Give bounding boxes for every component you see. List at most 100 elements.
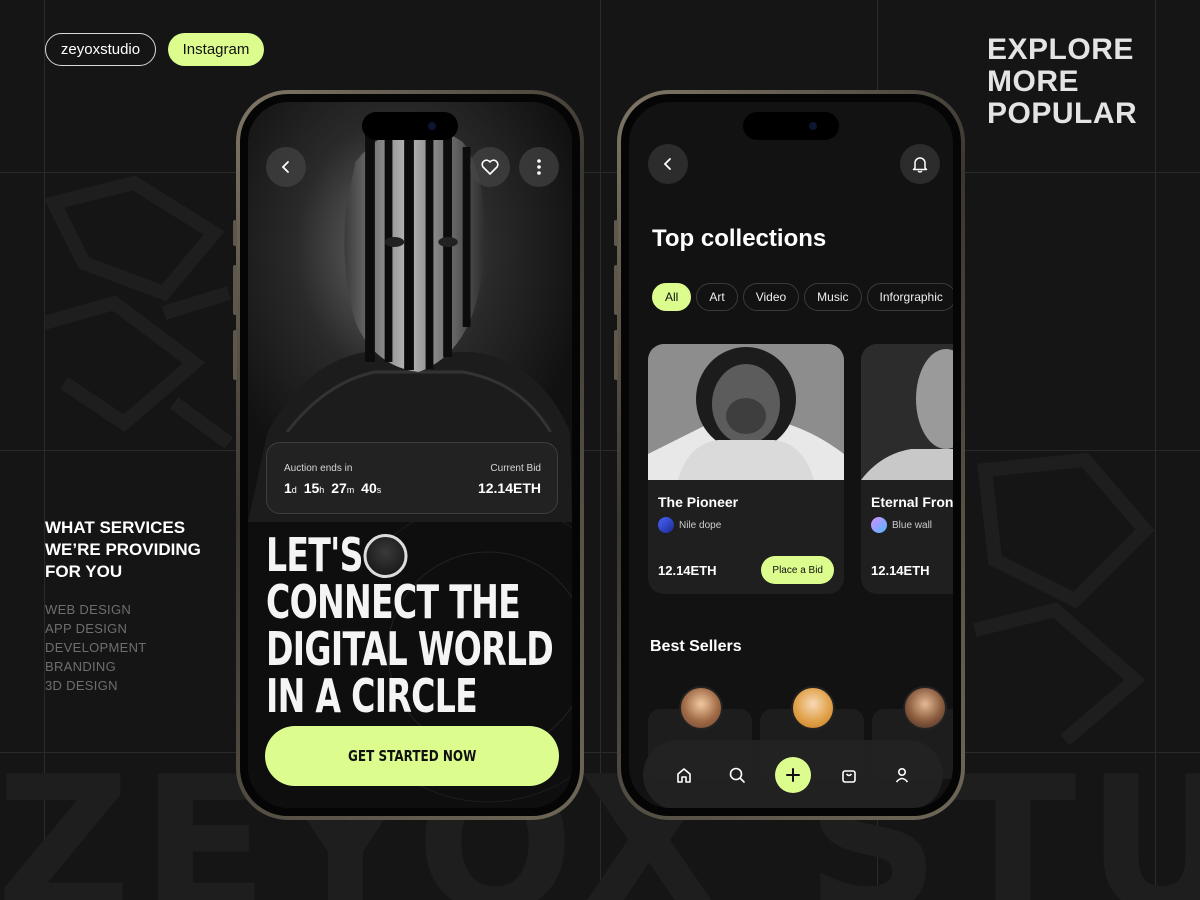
- auction-screen: Auction ends in Current Bid 1d 15h 27m 4…: [248, 102, 572, 808]
- collection-card[interactable]: Eternal Front Blue wall 12.14ETH: [861, 344, 953, 594]
- countdown-seconds: 40: [361, 480, 377, 496]
- services-heading-line: WHAT SERVICES: [45, 518, 186, 537]
- service-item: 3D DESIGN: [45, 678, 118, 693]
- service-item: DEVELOPMENT: [45, 640, 147, 655]
- nft-artwork-image: [648, 344, 844, 480]
- decorative-pattern: [973, 452, 1155, 746]
- creator-avatar: [871, 517, 887, 533]
- headline-line: CONNECT THE: [266, 575, 521, 629]
- nav-bag[interactable]: [834, 760, 864, 790]
- back-button[interactable]: [648, 144, 688, 184]
- explore-line: EXPLORE: [987, 33, 1134, 66]
- countdown-unit: d: [291, 485, 297, 495]
- collections-screen: Top collections All Art Video Music Info…: [629, 102, 953, 808]
- phone-mockup-auction: Auction ends in Current Bid 1d 15h 27m 4…: [233, 90, 584, 820]
- headline-line: DIGITAL WORLD: [266, 622, 554, 676]
- service-item: BRANDING: [45, 659, 117, 674]
- countdown-days: 1: [284, 480, 292, 496]
- bag-icon: [842, 770, 856, 783]
- nav-profile[interactable]: [887, 760, 917, 790]
- nav-search[interactable]: [722, 760, 752, 790]
- more-options-button[interactable]: [519, 147, 559, 187]
- avatar: [679, 686, 723, 730]
- avatar: [903, 686, 947, 730]
- services-heading: WHAT SERVICES WE’RE PROVIDING FOR YOU: [45, 517, 201, 583]
- countdown-unit: h: [319, 485, 325, 495]
- collection-price: 12.14ETH: [871, 563, 930, 578]
- avatar: [363, 533, 408, 578]
- showcase-page: ZEYOX STUDIO zeyoxstudio Instagram EXPLO…: [0, 0, 1200, 900]
- plus-icon: [785, 768, 800, 782]
- creator-avatar: [658, 517, 674, 533]
- services-heading-line: WE’RE PROVIDING: [45, 540, 201, 559]
- search-icon: [729, 767, 745, 783]
- creator-info: Nile dope: [658, 517, 721, 533]
- favorite-button[interactable]: [470, 147, 510, 187]
- services-heading-line: FOR YOU: [45, 562, 123, 581]
- phone-side-button: [614, 220, 618, 246]
- user-icon: [896, 767, 909, 783]
- more-vertical-icon: [537, 159, 541, 175]
- chip-inforgraphic[interactable]: Inforgraphic: [866, 283, 953, 311]
- collection-price: 12.14ETH: [658, 563, 717, 578]
- category-chips: All Art Video Music Inforgraphic: [652, 283, 953, 311]
- phone-mockup-collections: Top collections All Art Video Music Info…: [614, 90, 965, 820]
- creator-info: Blue wall: [871, 517, 932, 533]
- phone-side-button: [614, 330, 618, 380]
- chip-art[interactable]: Art: [696, 283, 738, 311]
- place-bid-button[interactable]: Place a Bid: [761, 556, 834, 584]
- nft-artwork-image: [861, 344, 953, 480]
- get-started-button[interactable]: GET STARTED NOW: [265, 726, 559, 786]
- countdown-hours: 15: [303, 480, 320, 496]
- explore-line: POPULAR: [987, 97, 1138, 130]
- explore-line: MORE: [987, 65, 1079, 98]
- dynamic-island: [743, 112, 839, 140]
- auction-ends-label: Auction ends in: [284, 463, 353, 474]
- nav-add-button[interactable]: [774, 757, 811, 793]
- instagram-pill[interactable]: Instagram: [168, 33, 264, 66]
- collection-name: Eternal Front: [871, 494, 953, 510]
- chip-music[interactable]: Music: [804, 283, 862, 311]
- countdown-unit: s: [376, 485, 382, 495]
- watermark-text: ZEYOX STUDIO: [0, 736, 1200, 900]
- chip-all[interactable]: All: [652, 283, 692, 311]
- bottom-navigation: [643, 740, 943, 808]
- services-list: WEB DESIGN APP DESIGN DEVELOPMENT BRANDI…: [45, 600, 147, 695]
- auction-panel: Auction ends in Current Bid 1d 15h 27m 4…: [266, 442, 558, 514]
- dynamic-island: [362, 112, 458, 140]
- notifications-button[interactable]: [900, 144, 940, 184]
- creator-name: Nile dope: [679, 519, 722, 531]
- heart-icon: [481, 159, 499, 175]
- phone-side-button: [233, 265, 237, 315]
- get-started-label: GET STARTED NOW: [347, 747, 477, 765]
- collection-card[interactable]: The Pioneer Nile dope 12.14ETH Place a B…: [648, 344, 844, 594]
- headline-line: LET'S: [266, 528, 363, 582]
- avatar: [791, 686, 835, 730]
- hero-headline: LET'S CONNECT THE DIGITAL WORLD IN A CIR…: [266, 528, 554, 723]
- auction-countdown: 1d 15h 27m 40s: [284, 480, 384, 496]
- bell-icon: [912, 157, 928, 173]
- countdown-unit: m: [346, 485, 355, 495]
- chevron-left-icon: [663, 158, 671, 170]
- headline-line: IN A CIRCLE: [266, 669, 478, 723]
- countdown-minutes: 27: [331, 480, 347, 496]
- phone-side-button: [233, 220, 237, 246]
- service-item: APP DESIGN: [45, 621, 128, 636]
- current-bid-value: 12.14ETH: [477, 480, 541, 496]
- home-icon: [676, 768, 691, 783]
- chip-video[interactable]: Video: [742, 283, 800, 311]
- service-item: WEB DESIGN: [45, 602, 132, 617]
- nav-home[interactable]: [669, 760, 699, 790]
- decorative-pattern: [44, 175, 234, 449]
- creator-name: Blue wall: [892, 519, 933, 531]
- current-bid-label: Current Bid: [490, 463, 541, 474]
- brand-pill[interactable]: zeyoxstudio: [45, 33, 156, 66]
- chevron-left-icon: [281, 161, 289, 173]
- phone-side-button: [233, 330, 237, 380]
- collection-name: The Pioneer: [658, 494, 739, 510]
- phone-side-button: [614, 265, 618, 315]
- back-button[interactable]: [266, 147, 306, 187]
- explore-heading: EXPLORE MORE POPULAR: [987, 34, 1137, 130]
- page-title: Top collections: [652, 225, 827, 252]
- best-sellers-title: Best Sellers: [650, 638, 742, 655]
